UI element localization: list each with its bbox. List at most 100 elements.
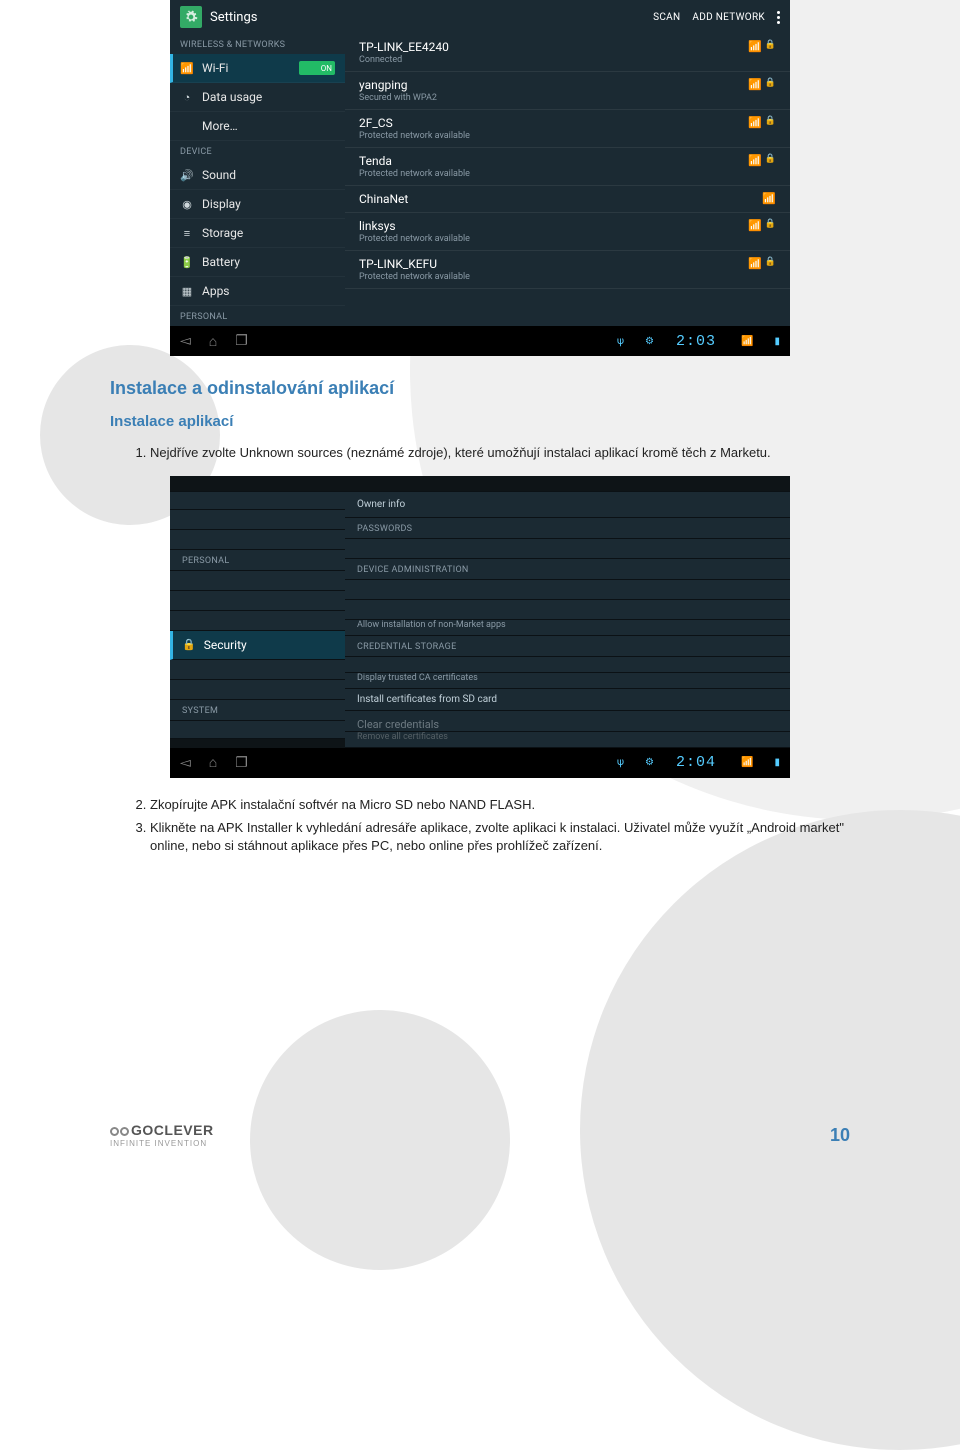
home-icon[interactable]: ⌂ — [209, 754, 217, 771]
wifi-network-row[interactable]: linksysProtected network available 📶🔒 — [345, 213, 790, 251]
clock: 2:03 — [676, 333, 716, 350]
sidebar-item-apps[interactable]: ▦ Apps — [170, 277, 345, 306]
sidebar-item-storage[interactable]: ≡ Storage — [170, 219, 345, 248]
wifi-network-name: TP-LINK_EE4240 — [359, 40, 740, 54]
wifi-network-row[interactable]: TendaProtected network available 📶🔒 — [345, 148, 790, 186]
settings-title: Settings — [210, 10, 641, 25]
wifi-network-list: TP-LINK_EE4240Connected📶🔒yangpingSecured… — [345, 34, 790, 326]
display-icon: ◉ — [180, 198, 194, 211]
settings-header: Settings SCAN ADD NETWORK — [170, 0, 790, 34]
sidebar-item-label: Apps — [202, 284, 230, 298]
wifi-signal-icon: 📶 — [748, 78, 762, 91]
wifi-network-status: Protected network available — [359, 169, 740, 179]
debug-icon: ⚙ — [645, 336, 654, 347]
usb-icon: ψ — [617, 757, 624, 768]
clock: 2:04 — [676, 754, 716, 771]
clear-credentials-row: Clear credentials — [345, 711, 790, 732]
sidebar-item-label: Data usage — [202, 90, 262, 104]
sidebar-item-label: Wi-Fi — [202, 61, 228, 75]
page-footer: GOCLEVER INFINITE INVENTION 10 — [110, 1122, 850, 1148]
wifi-signal-icon: 📶 — [762, 192, 776, 205]
sidebar-item-sound[interactable]: 🔊 Sound — [170, 161, 345, 190]
category-device: DEVICE — [170, 141, 345, 161]
sidebar-item-data-usage[interactable]: ◔ Data usage — [170, 83, 345, 112]
home-icon[interactable]: ⌂ — [209, 333, 217, 350]
sidebar-item-display[interactable]: ◉ Display — [170, 190, 345, 219]
clear-credentials-sub: Remove all certificates — [345, 732, 790, 748]
lock-icon: 🔒 — [182, 638, 196, 651]
wifi-signal-icon: 📶 — [748, 219, 762, 232]
recent-apps-icon[interactable]: ❐ — [235, 333, 248, 349]
wifi-network-status: Protected network available — [359, 234, 740, 244]
wifi-network-row[interactable]: yangpingSecured with WPA2 📶🔒 — [345, 72, 790, 110]
wifi-signal-icon: 📶 — [748, 40, 762, 53]
add-network-button[interactable]: ADD NETWORK — [692, 12, 765, 23]
category-system: SYSTEM — [170, 700, 345, 721]
wifi-toggle[interactable]: ON — [299, 61, 335, 75]
wifi-network-name: linksys — [359, 219, 740, 233]
category-credential-storage: CREDENTIAL STORAGE — [345, 636, 790, 657]
scan-button[interactable]: SCAN — [653, 12, 680, 23]
android-navbar: ◅ ⌂ ❐ ψ ⚙ 2:04 📶 ▮ — [170, 748, 790, 778]
screenshot-security-settings: PERSONAL 🔒 Security SYSTEM Owner info PA… — [170, 476, 790, 778]
trusted-credentials-sub: Display trusted CA certificates — [345, 673, 790, 689]
wifi-network-row[interactable]: TP-LINK_KEFUProtected network available📶… — [345, 251, 790, 289]
owner-info-row[interactable]: Owner info — [345, 492, 790, 518]
step-3: Klikněte na APK Installer k vyhledání ad… — [150, 819, 850, 854]
wifi-signal-icon: 📶 — [748, 257, 762, 270]
unknown-sources-sub: Allow installation of non-Market apps — [345, 620, 790, 636]
wifi-network-name: 2F_CS — [359, 116, 740, 130]
logo-tagline: INFINITE INVENTION — [110, 1139, 214, 1148]
page-number: 10 — [830, 1125, 850, 1146]
wifi-network-status: Protected network available — [359, 131, 740, 141]
recent-apps-icon[interactable]: ❐ — [235, 755, 248, 771]
overflow-menu-icon[interactable] — [777, 11, 780, 24]
wifi-network-name: yangping — [359, 78, 740, 92]
category-wireless: WIRELESS & NETWORKS — [170, 34, 345, 54]
sidebar-item-security[interactable]: 🔒 Security — [170, 631, 345, 660]
back-icon[interactable]: ◅ — [180, 333, 191, 349]
sidebar-item-label: Sound — [202, 168, 236, 182]
sidebar-item-label: Battery — [202, 255, 240, 269]
settings-sidebar: WIRELESS & NETWORKS 📶 Wi-Fi ON ◔ Data us… — [170, 34, 345, 326]
data-usage-icon: ◔ — [180, 91, 194, 104]
wifi-icon: 📶 — [180, 62, 194, 75]
battery-icon: 🔋 — [180, 256, 194, 269]
wifi-network-row[interactable]: ChinaNet 📶 — [345, 186, 790, 213]
install-from-sd-row[interactable]: Install certificates from SD card — [345, 689, 790, 711]
wifi-network-row[interactable]: TP-LINK_EE4240Connected 📶🔒 — [345, 34, 790, 72]
lock-icon: 🔒 — [765, 154, 776, 164]
wifi-network-status: Secured with WPA2 — [359, 93, 740, 103]
lock-icon: 🔒 — [765, 116, 776, 126]
sidebar-item-wifi[interactable]: 📶 Wi-Fi ON — [170, 54, 345, 83]
sound-icon: 🔊 — [180, 169, 194, 182]
lock-icon: 🔒 — [765, 257, 776, 267]
step-1: Nejdříve zvolte Unknown sources (neznámé… — [150, 444, 850, 462]
sidebar-item-label: Storage — [202, 226, 243, 240]
debug-icon: ⚙ — [645, 757, 654, 768]
category-passwords: PASSWORDS — [345, 518, 790, 539]
wifi-network-name: TP-LINK_KEFU — [359, 257, 740, 271]
category-device-admin: DEVICE ADMINISTRATION — [345, 559, 790, 580]
sidebar-item-label: Display — [202, 197, 241, 211]
wifi-signal-icon: 📶 — [741, 336, 753, 347]
wifi-network-row[interactable]: 2F_CSProtected network available 📶🔒 — [345, 110, 790, 148]
wifi-signal-icon: 📶 — [748, 116, 762, 129]
sidebar-item-more[interactable]: More… — [170, 112, 345, 141]
wifi-network-name: ChinaNet — [359, 192, 754, 206]
lock-icon: 🔒 — [765, 219, 776, 229]
sidebar-item-battery[interactable]: 🔋 Battery — [170, 248, 345, 277]
lock-icon: 🔒 — [765, 78, 776, 88]
settings-icon — [180, 6, 202, 28]
storage-icon: ≡ — [180, 227, 194, 240]
wifi-network-status: Connected — [359, 55, 740, 65]
usb-icon: ψ — [617, 336, 624, 347]
back-icon[interactable]: ◅ — [180, 755, 191, 771]
screenshot-wifi-settings: Settings SCAN ADD NETWORK WIRELESS & NET… — [170, 0, 790, 356]
lock-icon: 🔒 — [765, 40, 776, 50]
wifi-signal-icon: 📶 — [748, 154, 762, 167]
wifi-network-name: Tenda — [359, 154, 740, 168]
category-personal: PERSONAL — [170, 306, 345, 326]
step-2: Zkopírujte APK instalační softvér na Mic… — [150, 796, 850, 814]
battery-status-icon: ▮ — [774, 757, 780, 768]
